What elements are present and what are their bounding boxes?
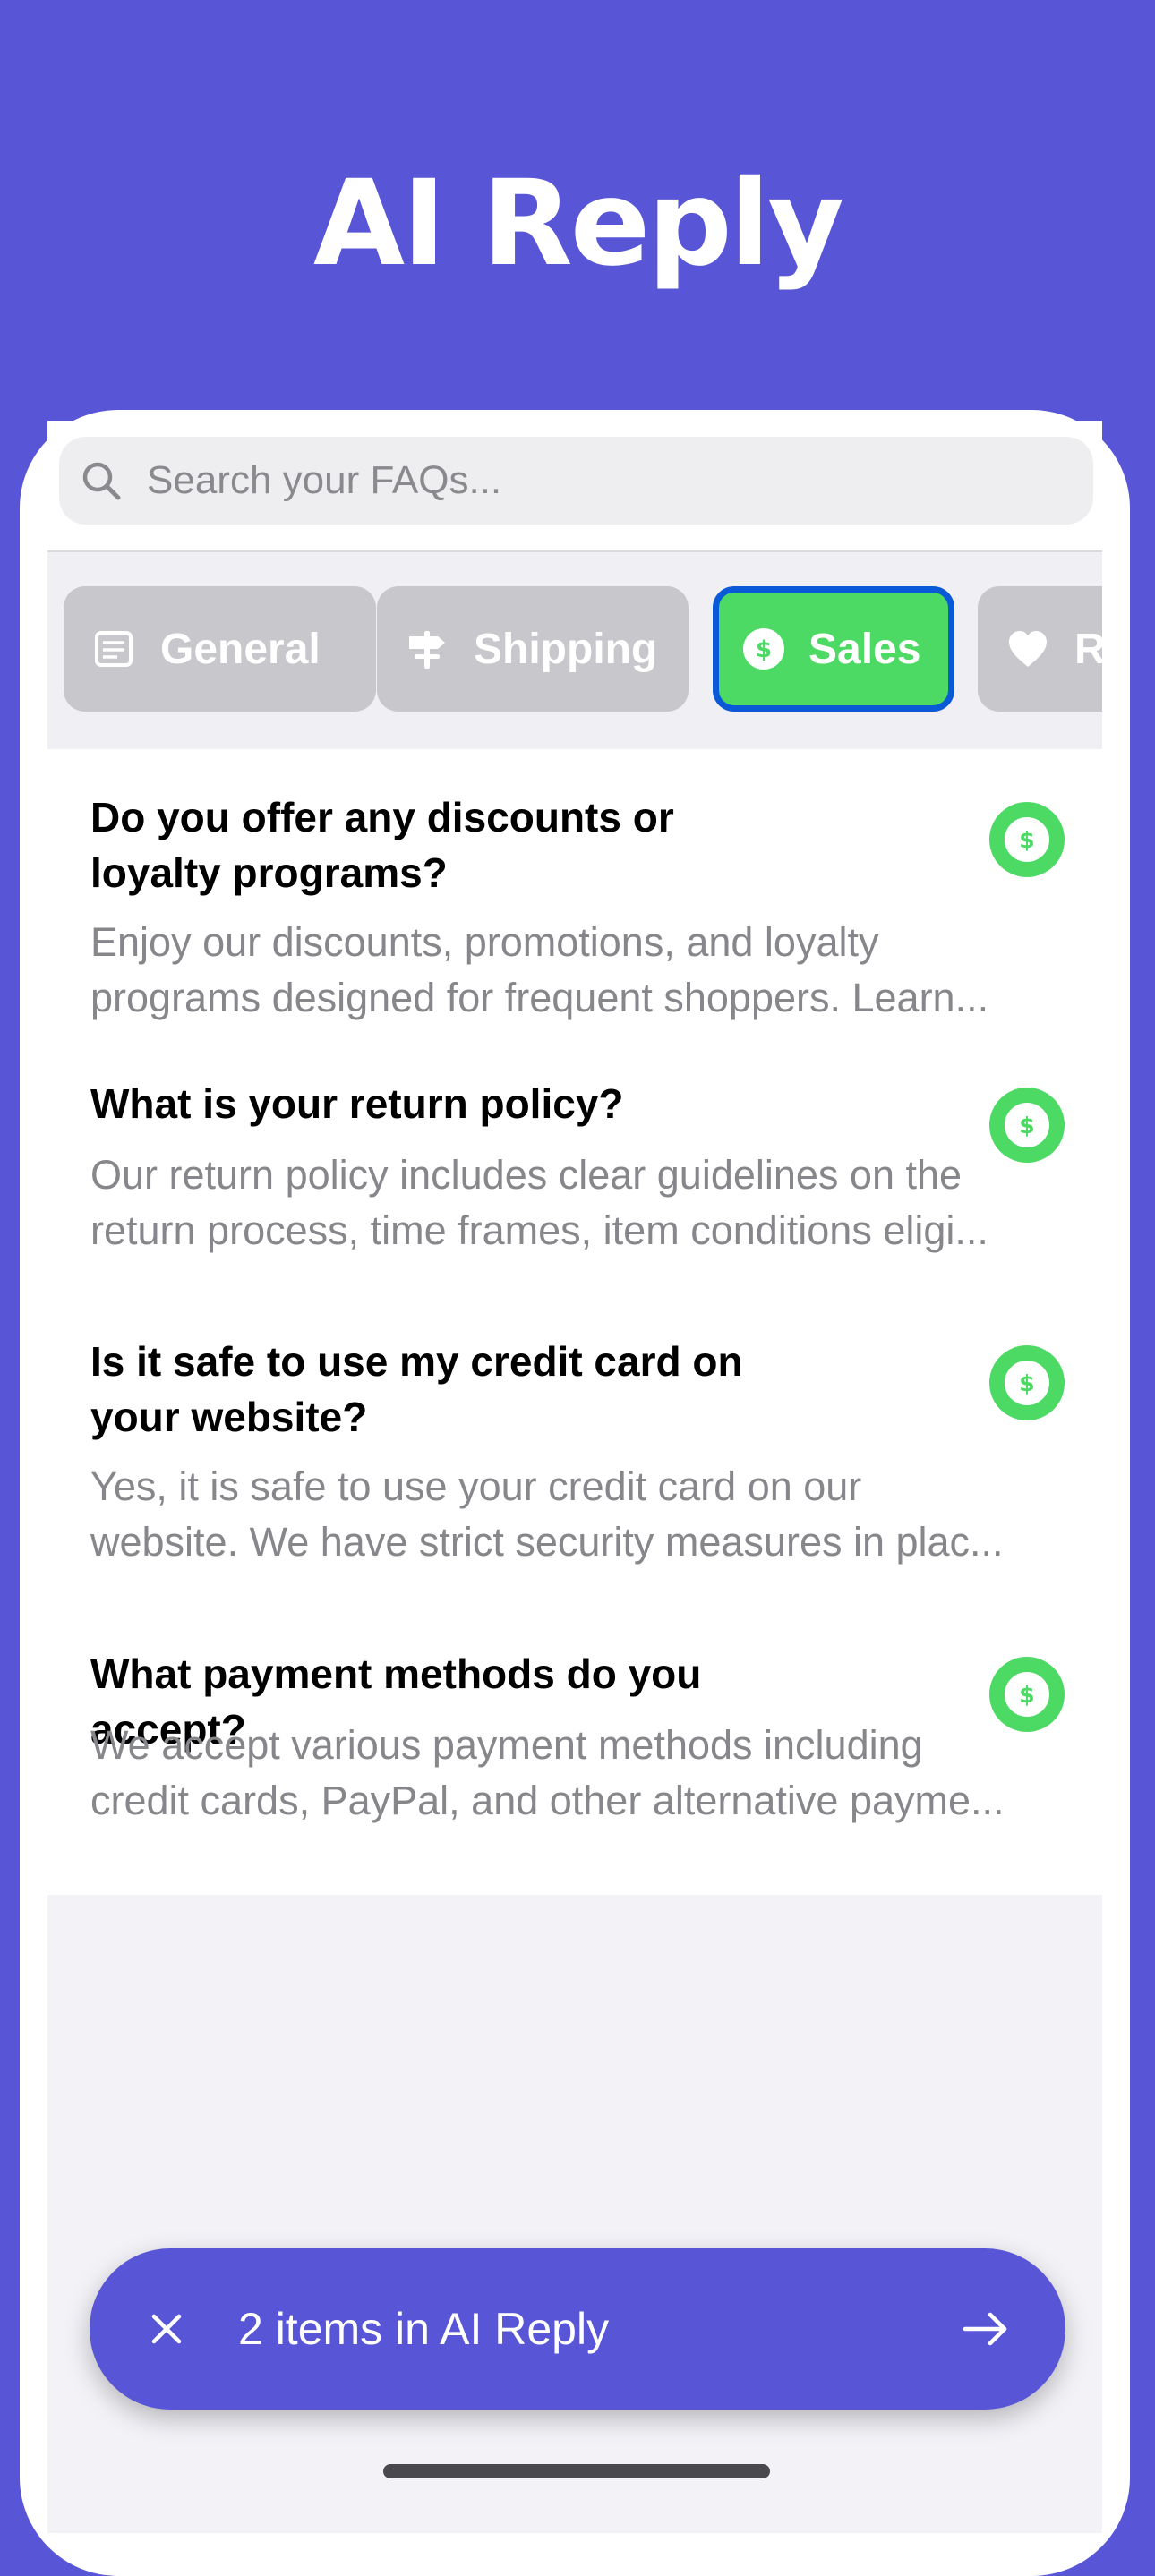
svg-text:$: $	[1019, 827, 1034, 853]
faq-answer-line: Yes, it is safe to use your credit card …	[90, 1463, 862, 1509]
signpost-icon	[409, 631, 445, 669]
category-chip-label: Re	[1074, 625, 1102, 673]
home-indicator[interactable]	[383, 2464, 770, 2478]
dollar-circle-icon: $	[989, 1657, 1065, 1732]
category-chip-general[interactable]: General	[64, 586, 376, 712]
svg-text:$: $	[1019, 1682, 1034, 1708]
faq-answer-line: programs designed for frequent shoppers.…	[90, 975, 989, 1020]
faq-answer-line: Enjoy our discounts, promotions, and loy…	[90, 919, 879, 965]
faq-question: Is it safe to use my credit card on your…	[90, 1334, 771, 1445]
faq-question: What is your return policy?	[90, 1076, 771, 1131]
search-field[interactable]	[59, 437, 1093, 525]
faq-question-line: Do you offer any discounts or	[90, 794, 674, 840]
faq-answer-line: We accept various payment methods includ…	[90, 1722, 923, 1768]
ai-reply-action-bar[interactable]: 2 items in AI Reply	[90, 2248, 1065, 2410]
svg-text:$: $	[756, 636, 772, 663]
category-chip-returns[interactable]: Re	[978, 586, 1102, 712]
close-icon[interactable]	[136, 2299, 197, 2359]
faq-answer: Enjoy our discounts, promotions, and loy…	[90, 915, 1057, 1026]
faq-answer-line: Our return policy includes clear guideli…	[90, 1152, 962, 1198]
search-icon	[82, 462, 121, 500]
faq-question-line: your website?	[90, 1394, 368, 1440]
category-chip-sales[interactable]: $ Sales	[713, 586, 954, 712]
faq-answer-line: website. We have strict security measure…	[90, 1519, 1004, 1565]
faq-question-line: Is it safe to use my credit card on	[90, 1338, 743, 1385]
faq-question-line: What is your return policy?	[90, 1080, 624, 1127]
faq-question-line: loyalty programs?	[90, 849, 448, 896]
faq-question: Do you offer any discounts or loyalty pr…	[90, 789, 771, 900]
category-chip-label: Shipping	[474, 625, 658, 673]
ai-reply-count-label: 2 items in AI Reply	[238, 2304, 610, 2354]
search-input[interactable]	[147, 437, 1042, 525]
svg-text:$: $	[1019, 1113, 1034, 1139]
document-icon	[95, 631, 133, 667]
dollar-circle-icon: $	[989, 1345, 1065, 1420]
faq-answer: Our return policy includes clear guideli…	[90, 1147, 1057, 1258]
category-chip-label: General	[160, 625, 321, 673]
faq-list: Do you offer any discounts or loyalty pr…	[47, 749, 1102, 1895]
svg-text:$: $	[1019, 1370, 1034, 1396]
hero-title: AI Reply	[312, 155, 844, 293]
app-screen: General Shipping $ Sales Re	[47, 421, 1102, 2533]
heart-icon	[1009, 631, 1047, 667]
dollar-circle-icon: $	[989, 802, 1065, 877]
search-area	[47, 421, 1102, 552]
faq-answer: Yes, it is safe to use your credit card …	[90, 1459, 1057, 1570]
category-chip-shipping[interactable]: Shipping	[377, 586, 689, 712]
dollar-circle-icon: $	[989, 1088, 1065, 1163]
faq-answer: We accept various payment methods includ…	[90, 1718, 1057, 1829]
faq-answer-line: return process, time frames, item condit…	[90, 1207, 988, 1253]
category-chips: General Shipping $ Sales Re	[47, 552, 1102, 749]
dollar-circle-icon: $	[743, 628, 784, 670]
faq-answer-line: credit cards, PayPal, and other alternat…	[90, 1778, 1005, 1823]
arrow-right-icon[interactable]	[951, 2295, 1019, 2363]
category-chip-label: Sales	[808, 625, 921, 673]
